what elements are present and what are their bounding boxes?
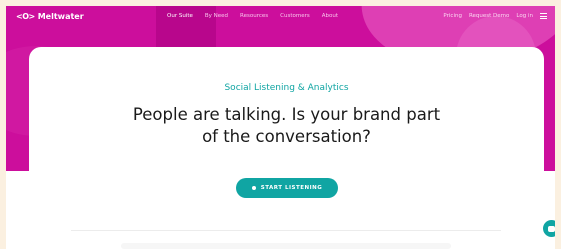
- hero-card: Social Listening & Analytics People are …: [29, 47, 544, 249]
- logo-mark: <O>: [16, 12, 35, 21]
- nav-link-customers[interactable]: Customers: [280, 13, 310, 19]
- nav-link-log-in[interactable]: Log in: [516, 13, 533, 19]
- menu-icon[interactable]: [540, 13, 547, 19]
- start-listening-button[interactable]: START LISTENING: [236, 178, 338, 198]
- nav-link-request-demo[interactable]: Request Demo: [469, 13, 509, 19]
- hero-headline-line-2: of the conversation?: [202, 127, 371, 146]
- nav-link-about[interactable]: About: [322, 13, 338, 19]
- content-placeholder: [121, 243, 451, 249]
- hero-eyebrow: Social Listening & Analytics: [224, 83, 349, 93]
- nav-link-our-suite[interactable]: Our Suite: [167, 13, 193, 19]
- play-icon: [251, 186, 256, 190]
- logo-text: Meltwater: [37, 12, 84, 21]
- hero-headline-line-1: People are talking. Is your brand part: [132, 105, 441, 124]
- section-divider: [71, 230, 501, 231]
- browser-viewport: <O> Meltwater Our Suite By Need Resource…: [6, 6, 555, 249]
- main-nav-links: Our Suite By Need Resources Customers Ab…: [167, 13, 338, 19]
- nav-link-resources[interactable]: Resources: [240, 13, 268, 19]
- top-navigation: <O> Meltwater Our Suite By Need Resource…: [6, 6, 555, 28]
- start-listening-label: START LISTENING: [260, 185, 323, 191]
- secondary-nav: Pricing Request Demo Log in: [443, 13, 547, 19]
- nav-link-by-need[interactable]: By Need: [205, 13, 228, 19]
- hero-headline: People are talking. Is your brand part o…: [29, 104, 544, 148]
- logo[interactable]: <O> Meltwater: [16, 12, 84, 21]
- nav-link-pricing[interactable]: Pricing: [443, 13, 462, 19]
- chat-widget-button[interactable]: [543, 220, 555, 237]
- chat-icon: [548, 225, 555, 232]
